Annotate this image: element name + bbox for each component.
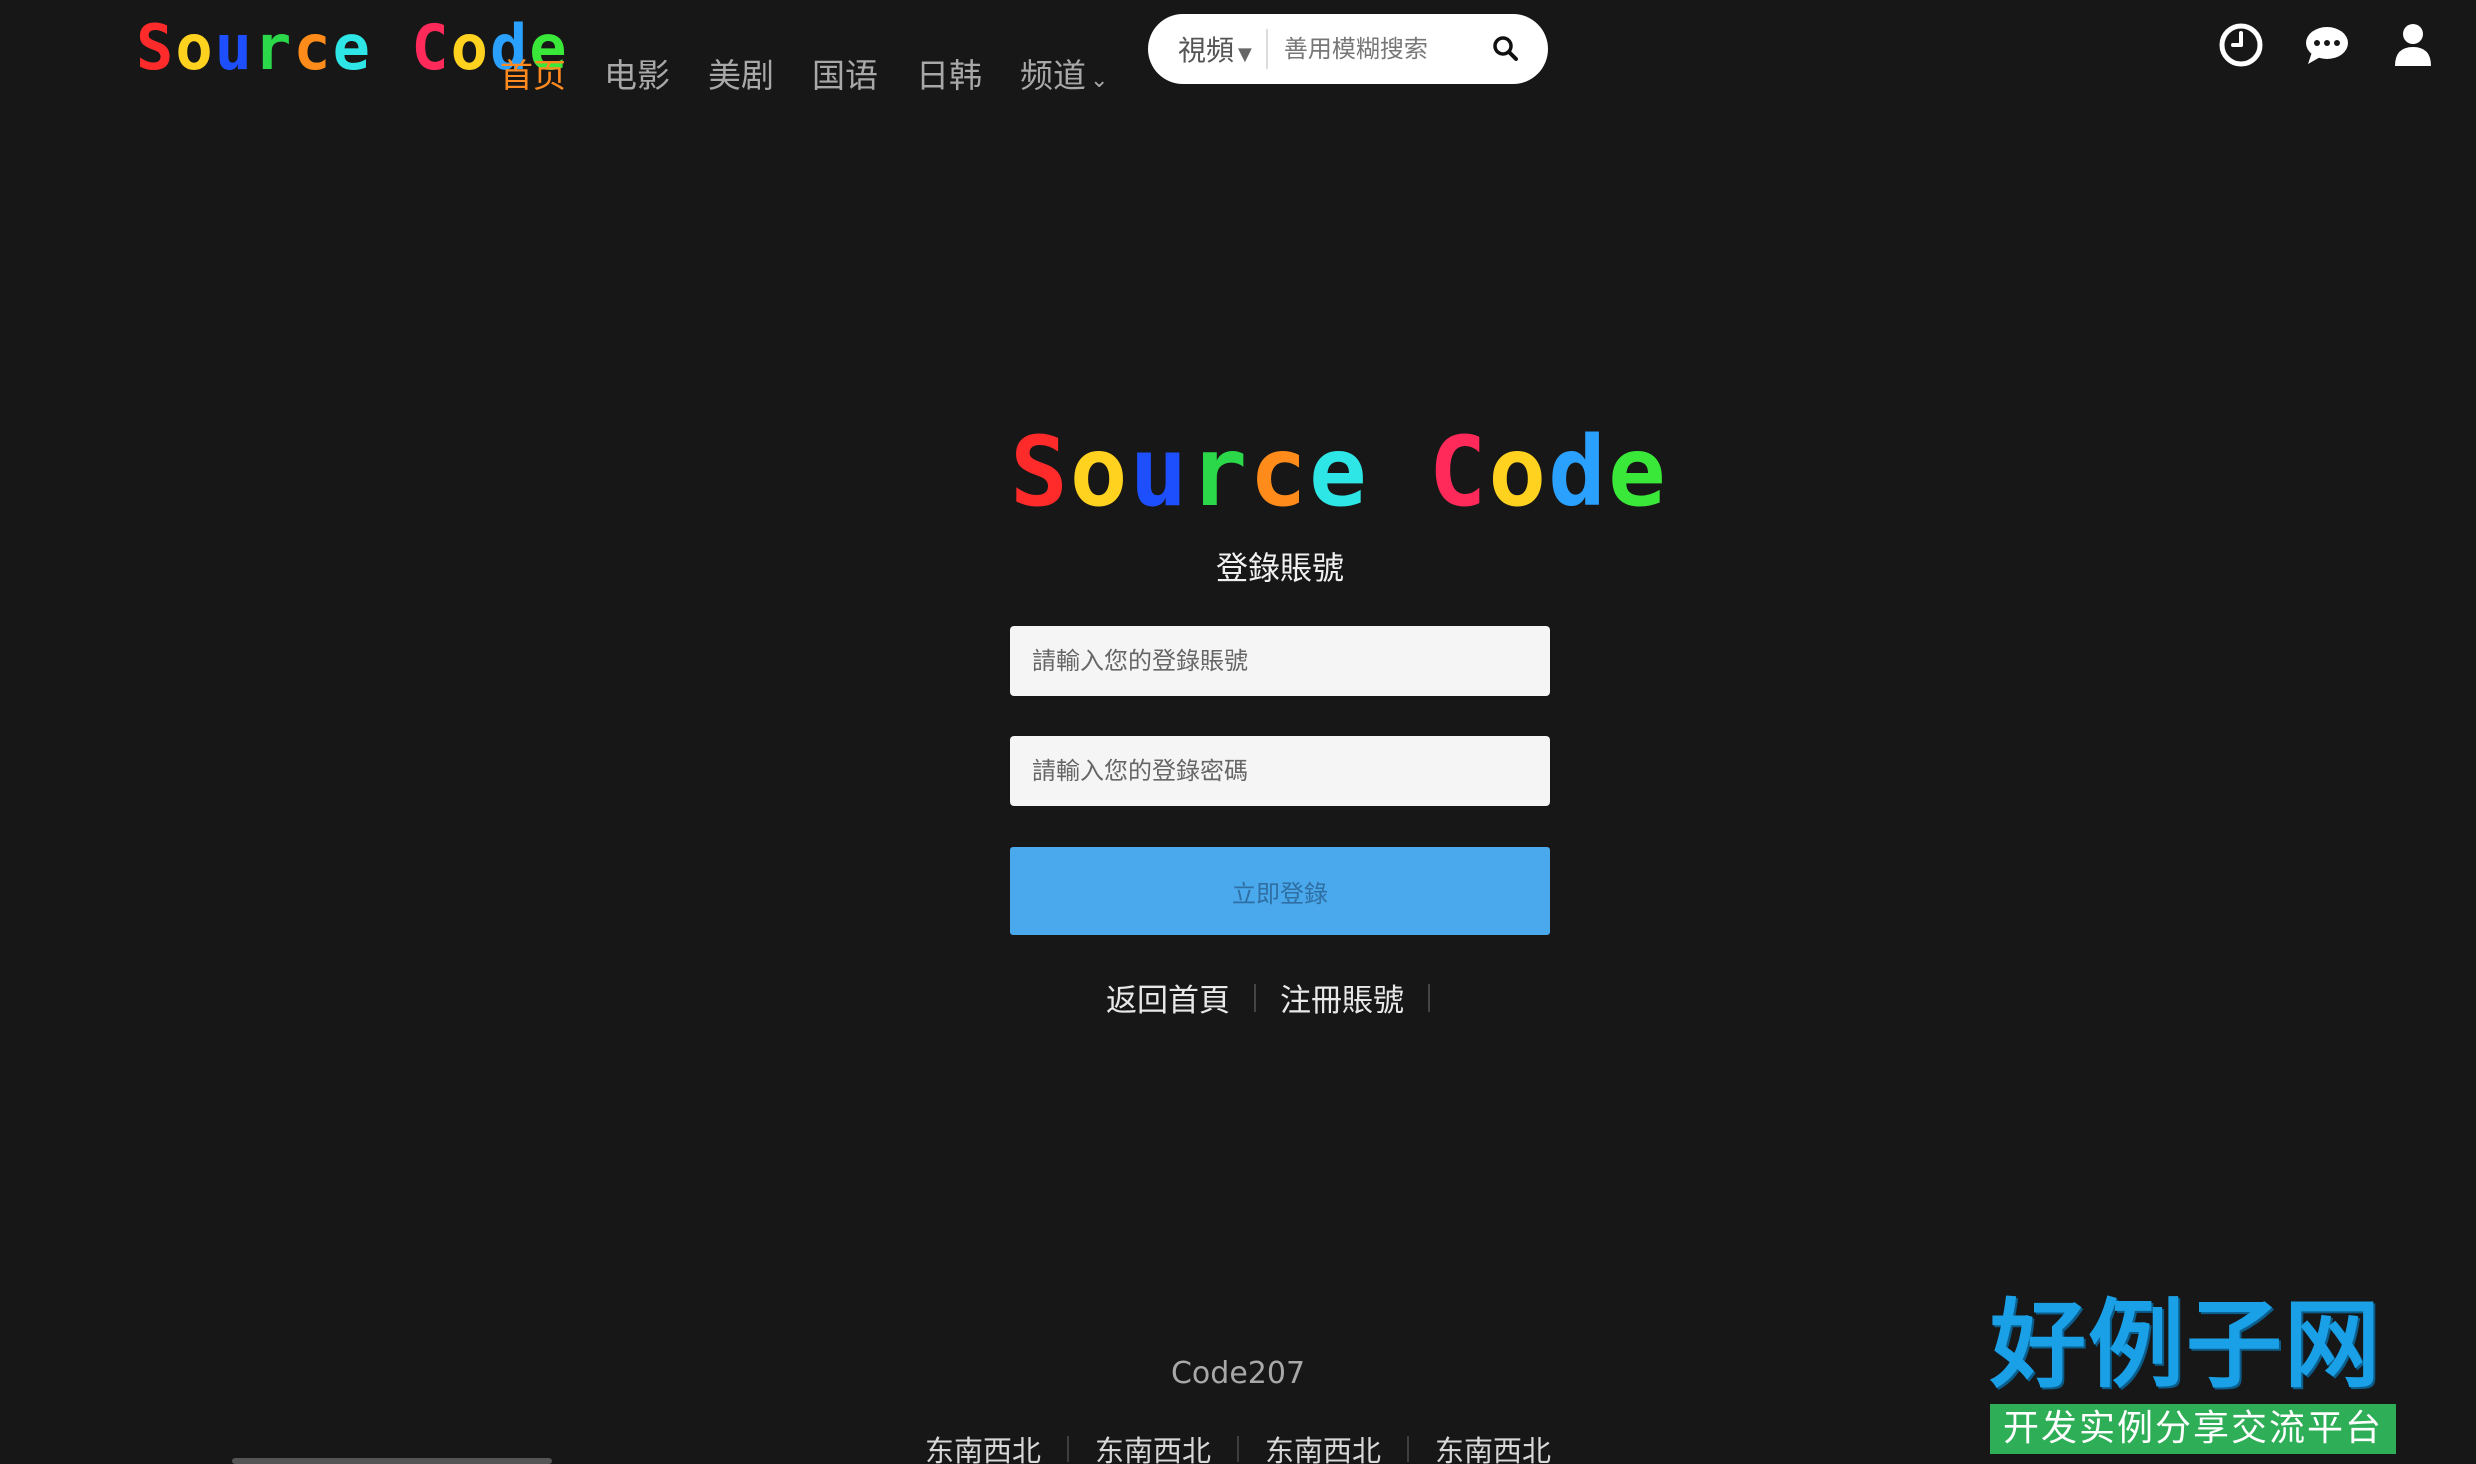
- logo-letter: o: [1069, 416, 1130, 528]
- footer-link[interactable]: 东南西北: [1435, 1428, 1551, 1464]
- register-link[interactable]: 注冊賬號: [1280, 975, 1404, 1020]
- logo-letter: e: [1607, 416, 1668, 528]
- main-nav: 首页 电影 美剧 国语 日韩 频道 ⌄: [500, 50, 1146, 107]
- badge-title: 好例子网: [1990, 1289, 2382, 1401]
- logo-letter: [372, 12, 411, 84]
- logo-letter: o: [450, 11, 490, 84]
- logo-letter: r: [1189, 416, 1250, 528]
- header-icons: [2218, 22, 2436, 68]
- login-panel: Source Code 登錄賬號 立即登錄 返回首頁 注冊賬號: [930, 395, 1666, 1135]
- nav-item-label: 首页: [500, 56, 566, 95]
- nav-item-0[interactable]: 首页: [500, 50, 566, 107]
- search-bar: 視頻 ▼: [1148, 14, 1548, 84]
- login-links: 返回首頁 注冊賬號: [930, 975, 1630, 1020]
- logo-letter: C: [1428, 416, 1489, 528]
- nav-item-3[interactable]: 国语: [812, 50, 878, 107]
- logo-letter: c: [293, 11, 333, 84]
- logo-letter: r: [253, 11, 294, 84]
- password-field[interactable]: [1010, 736, 1550, 806]
- logo-letter: d: [1548, 416, 1608, 528]
- chevron-down-icon: ⌄: [1090, 68, 1109, 93]
- search-type-label: 視頻: [1178, 34, 1235, 67]
- nav-item-label: 国语: [812, 56, 878, 95]
- footer-link[interactable]: 东南西北: [925, 1428, 1041, 1464]
- logo-letter: u: [1129, 416, 1190, 528]
- footer-link[interactable]: 东南西北: [1095, 1428, 1211, 1464]
- link-divider: [1254, 983, 1256, 1012]
- logo-letter: e: [332, 11, 372, 84]
- logo-letter: u: [214, 11, 254, 84]
- nav-item-4[interactable]: 日韩: [916, 50, 982, 107]
- logo-letter: C: [411, 11, 451, 84]
- nav-item-5[interactable]: 频道 ⌄: [1020, 50, 1108, 107]
- nav-item-label: 日韩: [916, 56, 982, 95]
- top-header: Source Code 首页 电影 美剧 国语 日韩 频道 ⌄ 視頻 ▼: [0, 0, 2476, 120]
- caret-down-icon: ▼: [1238, 44, 1252, 65]
- nav-item-label: 电影: [604, 56, 670, 95]
- history-clock-icon[interactable]: [2218, 22, 2264, 68]
- footer-divider: [1237, 1436, 1239, 1462]
- footer-divider: [1407, 1436, 1410, 1462]
- nav-item-1[interactable]: 电影: [604, 50, 670, 107]
- nav-item-2[interactable]: 美剧: [708, 50, 774, 107]
- link-divider: [1428, 983, 1430, 1012]
- nav-item-label: 美剧: [708, 56, 774, 95]
- nav-item-label: 频道: [1020, 56, 1086, 95]
- login-title: 登錄賬號: [1215, 549, 1344, 587]
- search-type-select[interactable]: 視頻 ▼: [1148, 29, 1266, 69]
- horizontal-scrollbar[interactable]: [232, 1458, 552, 1464]
- logo-letter: o: [175, 11, 215, 84]
- back-home-link[interactable]: 返回首頁: [1106, 975, 1230, 1020]
- footer-link[interactable]: 东南西北: [1265, 1428, 1381, 1464]
- logo-letter: [1369, 417, 1429, 527]
- logo-letter: e: [1308, 416, 1369, 528]
- logo-letter: c: [1249, 416, 1309, 528]
- search-input[interactable]: [1267, 35, 1478, 63]
- login-logo: Source Code: [1010, 417, 1668, 527]
- badge-subtitle: 开发实例分享交流平台: [1990, 1404, 2396, 1454]
- logo-letter: S: [1010, 416, 1070, 528]
- comment-icon[interactable]: [2304, 22, 2350, 68]
- logo-letter: S: [136, 11, 176, 84]
- search-icon[interactable]: [1490, 33, 1522, 65]
- login-button[interactable]: 立即登錄: [1010, 847, 1550, 935]
- username-field[interactable]: [1010, 626, 1550, 696]
- logo-letter: o: [1488, 416, 1549, 528]
- footer-divider: [1066, 1436, 1069, 1462]
- watermark-badge: 好例子网 开发实例分享交流平台: [1990, 1290, 2396, 1454]
- user-icon[interactable]: [2390, 22, 2436, 68]
